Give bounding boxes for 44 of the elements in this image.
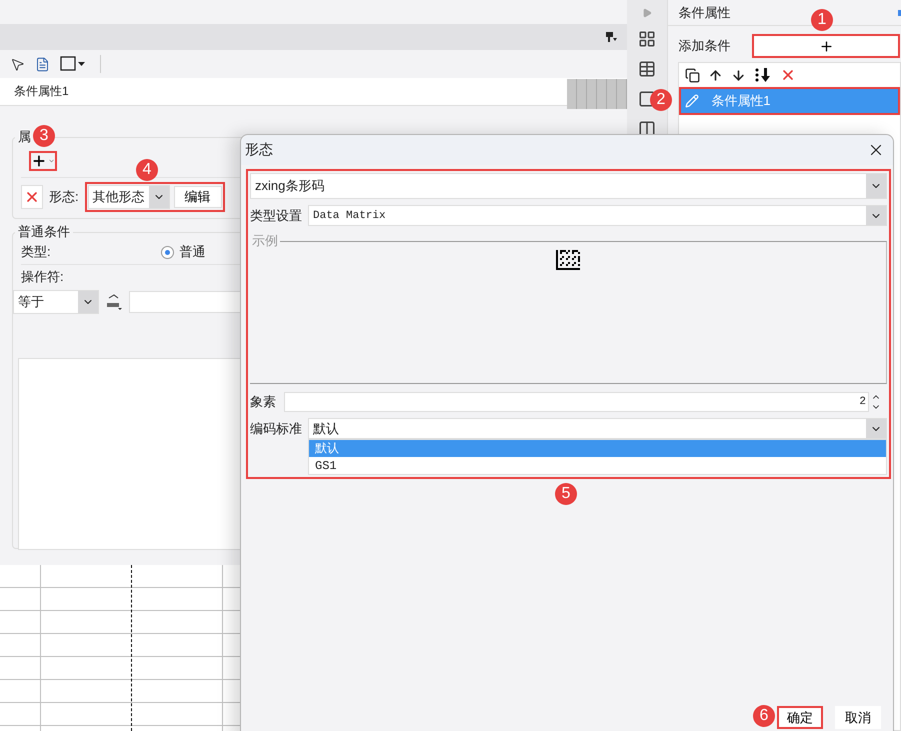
operator-label: 操作符: xyxy=(21,269,64,284)
delete-icon[interactable] xyxy=(24,189,40,205)
type-label: 类型: xyxy=(21,243,51,261)
move-bottom-icon[interactable] xyxy=(754,67,772,83)
document-icon[interactable] xyxy=(35,56,50,72)
panel-title: 条件属性 xyxy=(678,4,730,22)
caret-icon[interactable] xyxy=(48,157,55,165)
move-up-icon[interactable] xyxy=(708,68,724,82)
shape-select[interactable]: 其他形态 xyxy=(88,185,170,209)
delete-button[interactable] xyxy=(21,185,43,209)
radio-icon[interactable] xyxy=(160,246,174,258)
copy-icon[interactable] xyxy=(685,68,700,82)
add-dropdown-button[interactable] xyxy=(29,151,57,171)
type-setting-label: 类型设置 xyxy=(250,206,303,224)
group-title: 普通条件 xyxy=(17,223,71,241)
type-select[interactable]: Data Matrix xyxy=(308,205,887,226)
format-painter-icon[interactable] xyxy=(605,31,618,43)
rectangle-icon[interactable] xyxy=(60,56,86,72)
pixel-label: 象素 xyxy=(250,393,277,411)
shape-label: 形态: xyxy=(49,188,79,206)
ok-button[interactable]: 确定 xyxy=(777,706,823,729)
step-marker: 4 xyxy=(136,159,158,181)
tab-label[interactable]: 条件属性1 xyxy=(14,83,69,100)
preview-legend: 示例 xyxy=(250,232,280,250)
dialog-title: 形态 xyxy=(245,141,273,159)
step-marker: 3 xyxy=(33,125,55,147)
edit-button[interactable]: 编辑 xyxy=(174,186,222,208)
encoding-select[interactable]: 默认 xyxy=(308,418,887,439)
pointer-icon[interactable] xyxy=(10,56,25,72)
pixel-spinner[interactable]: 2 xyxy=(284,392,869,412)
radio-option[interactable]: 普通 xyxy=(160,243,206,261)
panel-marker xyxy=(898,10,901,16)
group-title: 属 xyxy=(17,128,32,146)
add-condition-button[interactable] xyxy=(752,34,900,58)
ruler xyxy=(567,79,628,109)
data-matrix-icon xyxy=(556,250,580,270)
plus-icon[interactable] xyxy=(818,38,834,54)
add-condition-label: 添加条件 xyxy=(678,37,730,55)
move-down-icon[interactable] xyxy=(731,68,746,82)
encoding-label: 编码标准 xyxy=(250,420,303,438)
renderer-select[interactable]: zxing条形码 xyxy=(250,173,887,199)
pencil-icon[interactable] xyxy=(685,94,700,108)
cancel-button[interactable]: 取消 xyxy=(835,706,881,729)
operator-select[interactable]: 等于 xyxy=(13,290,99,314)
